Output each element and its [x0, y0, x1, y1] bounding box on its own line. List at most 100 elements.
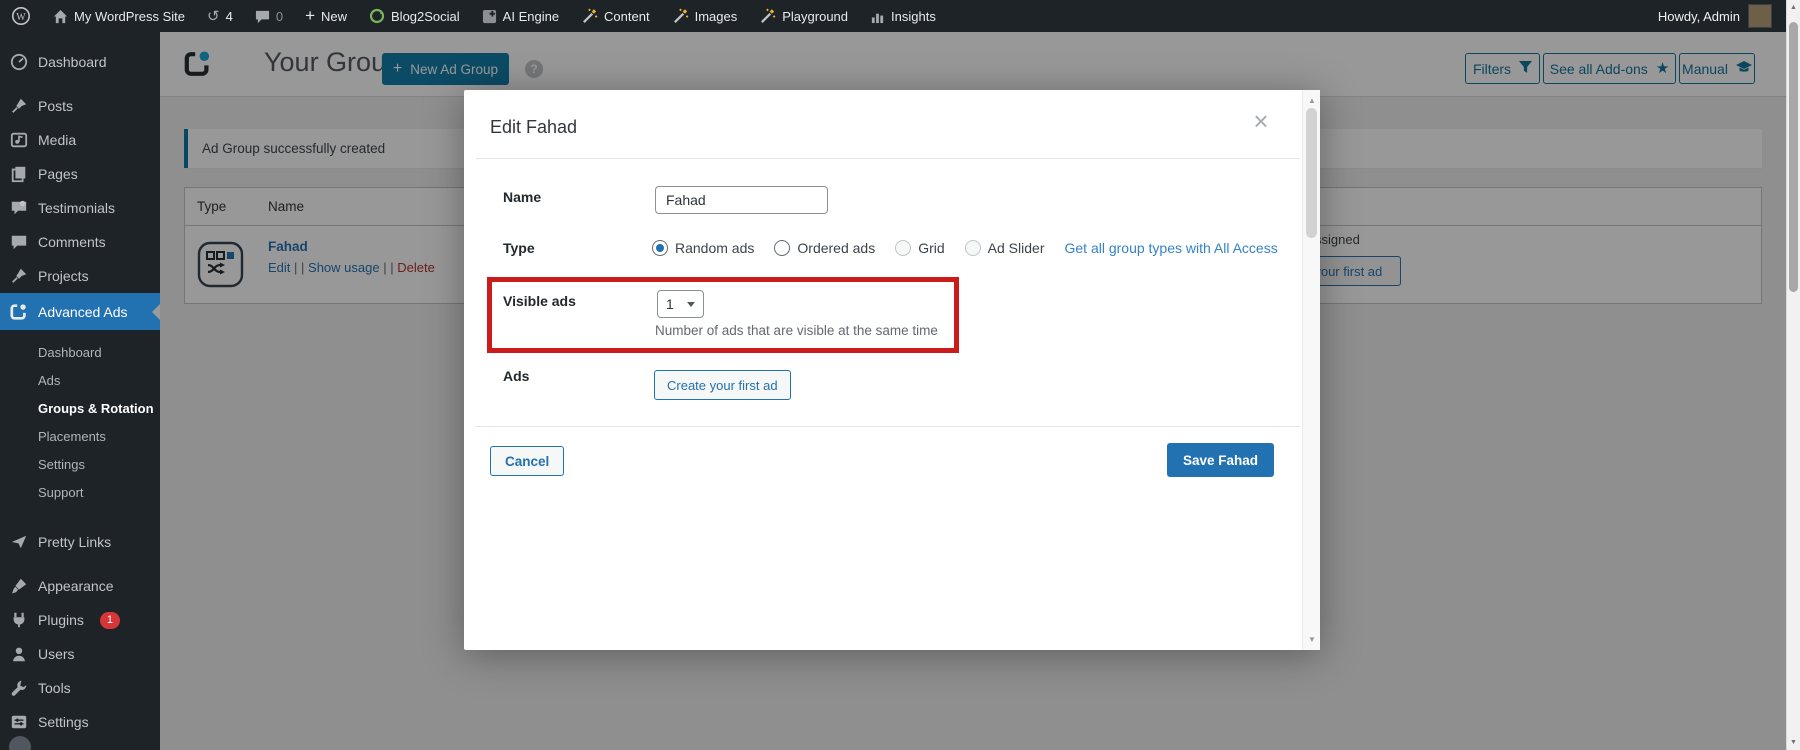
- submenu-groups-rotation[interactable]: Groups & Rotation: [0, 394, 160, 422]
- radio-random-ads[interactable]: Random ads: [652, 240, 754, 256]
- content-menu[interactable]: Content: [570, 0, 661, 32]
- sidebar-label: Media: [38, 132, 76, 148]
- group-name-input[interactable]: [655, 186, 828, 214]
- images-menu[interactable]: Images: [661, 0, 749, 32]
- page-scrollbar[interactable]: ▲ ▼: [1786, 0, 1800, 750]
- sidebar-label: Projects: [38, 268, 89, 284]
- submenu-placements[interactable]: Placements: [0, 422, 160, 450]
- submenu-label: Support: [38, 485, 84, 500]
- save-button[interactable]: Save Fahad: [1167, 443, 1274, 477]
- pushpin-icon: [9, 266, 29, 286]
- edit-group-modal: Edit Fahad × Name Type Random ads Ordere…: [464, 90, 1320, 650]
- wordpress-logo-menu[interactable]: W: [0, 0, 42, 32]
- scroll-down-icon[interactable]: ▼: [1303, 635, 1321, 644]
- magic-wand-icon: [672, 8, 689, 25]
- sidebar-item-dashboard[interactable]: Dashboard: [0, 45, 160, 79]
- submenu-support[interactable]: Support: [0, 478, 160, 506]
- submenu-label: Settings: [38, 457, 85, 472]
- radio-button-disabled[interactable]: [895, 240, 911, 256]
- sidebar-item-projects[interactable]: Projects: [0, 259, 160, 293]
- radio-label: Ordered ads: [797, 240, 875, 256]
- radio-button-checked[interactable]: [652, 240, 668, 256]
- insights-label: Insights: [891, 9, 936, 24]
- site-name-menu[interactable]: My WordPress Site: [42, 0, 196, 32]
- sidebar-item-comments[interactable]: Comments: [0, 225, 160, 259]
- insights-menu[interactable]: Insights: [859, 0, 947, 32]
- updates-icon: ↺: [207, 7, 220, 25]
- updates-count: 4: [226, 9, 233, 24]
- scrollbar-thumb[interactable]: [1789, 22, 1798, 292]
- paintbrush-icon: [9, 576, 29, 596]
- divider: [476, 158, 1300, 159]
- submenu-advanced-ads-dashboard[interactable]: Dashboard: [0, 338, 160, 366]
- playground-menu[interactable]: Playground: [748, 0, 859, 32]
- sidebar-item-pretty-links[interactable]: Pretty Links: [0, 525, 160, 559]
- sidebar-label: Settings: [38, 714, 89, 730]
- sidebar-label: Posts: [38, 98, 73, 114]
- all-access-link[interactable]: Get all group types with All Access: [1064, 240, 1277, 256]
- radio-label: Grid: [918, 240, 944, 256]
- group-type-options: Random ads Ordered ads Grid Ad Slider Ge…: [652, 238, 1278, 258]
- sidebar-item-tools[interactable]: Tools: [0, 671, 160, 705]
- submenu-label: Ads: [38, 373, 60, 388]
- radio-grid[interactable]: Grid: [895, 240, 944, 256]
- sidebar-label: Testimonials: [38, 200, 115, 216]
- images-label: Images: [695, 9, 738, 24]
- radio-button-disabled[interactable]: [965, 240, 981, 256]
- sidebar-label: Pages: [38, 166, 78, 182]
- radio-ordered-ads[interactable]: Ordered ads: [774, 240, 875, 256]
- sidebar-item-appearance[interactable]: Appearance: [0, 569, 160, 603]
- ai-engine-label: AI Engine: [503, 9, 559, 24]
- blog2social-menu[interactable]: Blog2Social: [358, 0, 471, 32]
- ads-field-label: Ads: [503, 368, 529, 384]
- plug-icon: [9, 610, 29, 630]
- scroll-up-icon[interactable]: ▲: [1303, 96, 1321, 105]
- comment-bubble-icon: [255, 9, 270, 24]
- radio-button[interactable]: [774, 240, 790, 256]
- ai-engine-icon: [482, 9, 497, 24]
- sidebar-item-plugins[interactable]: Plugins 1: [0, 603, 160, 637]
- bar-chart-icon: [870, 9, 885, 24]
- submenu-ads[interactable]: Ads: [0, 366, 160, 394]
- account-menu[interactable]: Howdy, Admin: [1658, 0, 1772, 32]
- pushpin-icon: [9, 96, 29, 116]
- sidebar-label: Tools: [38, 680, 71, 696]
- ai-engine-menu[interactable]: AI Engine: [471, 0, 570, 32]
- scroll-up-icon[interactable]: ▲: [1787, 4, 1800, 11]
- admin-bar: W My WordPress Site ↺ 4 0 + New: [0, 0, 1800, 32]
- sidebar-item-users[interactable]: Users: [0, 637, 160, 671]
- new-content-menu[interactable]: + New: [294, 0, 358, 32]
- modal-title: Edit Fahad: [490, 117, 577, 138]
- new-label: New: [321, 9, 347, 24]
- sliders-icon: [9, 712, 29, 732]
- updates-menu[interactable]: ↺ 4: [196, 0, 244, 32]
- radio-ad-slider[interactable]: Ad Slider: [965, 240, 1045, 256]
- submenu-label: Dashboard: [38, 345, 102, 360]
- sidebar-item-pages[interactable]: Pages: [0, 157, 160, 191]
- media-icon: [9, 130, 29, 150]
- save-label: Save Fahad: [1183, 453, 1258, 468]
- close-icon[interactable]: ×: [1246, 106, 1276, 136]
- wordpress-admin-screen: W My WordPress Site ↺ 4 0 + New: [0, 0, 1800, 750]
- svg-text:W: W: [16, 12, 26, 23]
- annotation-highlight-box: [487, 277, 959, 353]
- scroll-down-icon[interactable]: ▼: [1787, 739, 1800, 746]
- create-first-ad-button-modal[interactable]: Create your first ad: [654, 370, 791, 400]
- radio-label: Ad Slider: [988, 240, 1045, 256]
- sidebar-item-testimonials[interactable]: Testimonials: [0, 191, 160, 225]
- sidebar-label: Dashboard: [38, 54, 107, 70]
- plugins-update-badge: 1: [100, 612, 120, 629]
- sidebar-item-posts[interactable]: Posts: [0, 89, 160, 123]
- sidebar-item-advanced-ads[interactable]: Advanced Ads: [0, 293, 160, 330]
- divider: [476, 426, 1300, 427]
- sidebar-item-settings[interactable]: Settings: [0, 705, 160, 739]
- modal-scrollbar[interactable]: ▲ ▼: [1302, 90, 1320, 650]
- active-item-arrow: [144, 304, 160, 320]
- sidebar-item-media[interactable]: Media: [0, 123, 160, 157]
- cancel-button[interactable]: Cancel: [490, 446, 564, 476]
- comments-menu[interactable]: 0: [244, 0, 294, 32]
- sidebar-label: Users: [38, 646, 75, 662]
- submenu-settings[interactable]: Settings: [0, 450, 160, 478]
- plus-icon: +: [305, 6, 315, 26]
- scrollbar-thumb[interactable]: [1306, 108, 1317, 238]
